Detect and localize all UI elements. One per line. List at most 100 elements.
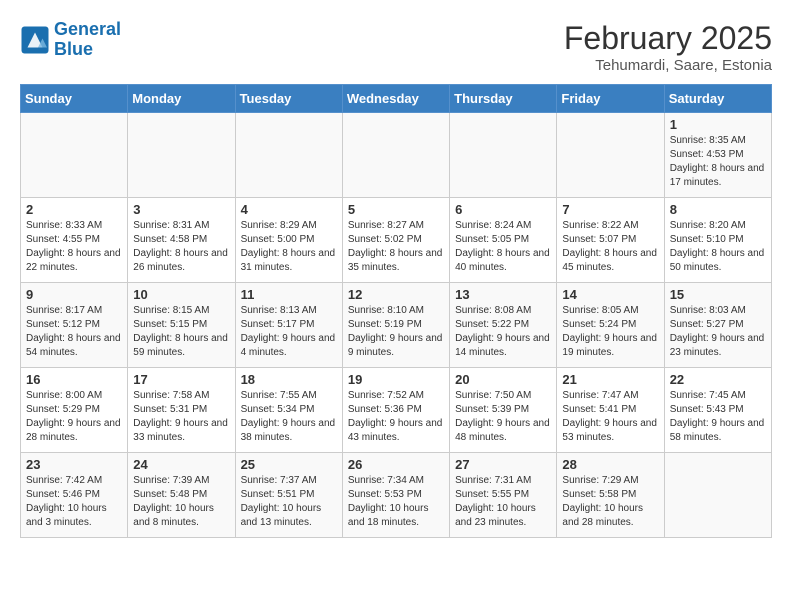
day-info: Sunrise: 8:03 AM Sunset: 5:27 PM Dayligh… xyxy=(670,304,766,360)
day-info: Sunrise: 7:58 AM Sunset: 5:31 PM Dayligh… xyxy=(133,389,229,445)
title-block: February 2025 Tehumardi, Saare, Estonia xyxy=(564,20,772,74)
calendar-cell: 16 Sunrise: 8:00 AM Sunset: 5:29 PM Dayli… xyxy=(21,368,128,453)
calendar-cell: 12 Sunrise: 8:10 AM Sunset: 5:19 PM Dayli… xyxy=(342,283,449,368)
day-info: Sunrise: 8:00 AM Sunset: 5:29 PM Dayligh… xyxy=(26,389,122,445)
day-info: Sunrise: 8:22 AM Sunset: 5:07 PM Dayligh… xyxy=(562,219,658,275)
day-info: Sunrise: 8:13 AM Sunset: 5:17 PM Dayligh… xyxy=(241,304,337,360)
logo: General Blue xyxy=(20,20,121,60)
calendar-week-0: 1 Sunrise: 8:35 AM Sunset: 4:53 PM Daylig… xyxy=(21,113,772,198)
calendar-cell: 22Sunrise: 7:45 AM Sunset: 5:43 PM Dayli… xyxy=(664,368,771,453)
day-number: 6 xyxy=(455,202,551,217)
day-info: Sunrise: 8:20 AM Sunset: 5:10 PM Dayligh… xyxy=(670,219,766,275)
header-sunday: Sunday xyxy=(21,85,128,113)
day-number: 4 xyxy=(241,202,337,217)
calendar-cell: 1 Sunrise: 8:35 AM Sunset: 4:53 PM Daylig… xyxy=(664,113,771,198)
header-thursday: Thursday xyxy=(450,85,557,113)
calendar-week-3: 16 Sunrise: 8:00 AM Sunset: 5:29 PM Dayli… xyxy=(21,368,772,453)
logo-icon xyxy=(20,25,50,55)
day-number: 9 xyxy=(26,287,122,302)
calendar-cell: 9 Sunrise: 8:17 AM Sunset: 5:12 PM Daylig… xyxy=(21,283,128,368)
calendar-cell: 11 Sunrise: 8:13 AM Sunset: 5:17 PM Dayli… xyxy=(235,283,342,368)
page-header: General Blue February 2025 Tehumardi, Sa… xyxy=(20,20,772,74)
day-info: Sunrise: 7:34 AM Sunset: 5:53 PM Dayligh… xyxy=(348,474,444,530)
header-monday: Monday xyxy=(128,85,235,113)
calendar-cell xyxy=(128,113,235,198)
calendar-cell: 3 Sunrise: 8:31 AM Sunset: 4:58 PM Daylig… xyxy=(128,198,235,283)
calendar-cell: 23 Sunrise: 7:42 AM Sunset: 5:46 PM Dayli… xyxy=(21,453,128,538)
day-number: 19 xyxy=(348,372,444,387)
day-info: Sunrise: 8:24 AM Sunset: 5:05 PM Dayligh… xyxy=(455,219,551,275)
calendar-cell: 17 Sunrise: 7:58 AM Sunset: 5:31 PM Dayli… xyxy=(128,368,235,453)
day-number: 5 xyxy=(348,202,444,217)
day-info: Sunrise: 8:33 AM Sunset: 4:55 PM Dayligh… xyxy=(26,219,122,275)
calendar-cell: 15 Sunrise: 8:03 AM Sunset: 5:27 PM Dayli… xyxy=(664,283,771,368)
day-number: 8 xyxy=(670,202,766,217)
day-number: 2 xyxy=(26,202,122,217)
day-info: Sunrise: 7:39 AM Sunset: 5:48 PM Dayligh… xyxy=(133,474,229,530)
calendar-cell: 26 Sunrise: 7:34 AM Sunset: 5:53 PM Dayli… xyxy=(342,453,449,538)
day-number: 16 xyxy=(26,372,122,387)
day-number: 1 xyxy=(670,117,766,132)
calendar-cell xyxy=(450,113,557,198)
calendar-cell: 25 Sunrise: 7:37 AM Sunset: 5:51 PM Dayli… xyxy=(235,453,342,538)
day-number: 25 xyxy=(241,457,337,472)
header-wednesday: Wednesday xyxy=(342,85,449,113)
day-info: Sunrise: 7:45 AM Sunset: 5:43 PM Dayligh… xyxy=(670,389,766,445)
day-number: 23 xyxy=(26,457,122,472)
calendar-cell: 10 Sunrise: 8:15 AM Sunset: 5:15 PM Dayli… xyxy=(128,283,235,368)
calendar-cell xyxy=(21,113,128,198)
day-info: Sunrise: 8:08 AM Sunset: 5:22 PM Dayligh… xyxy=(455,304,551,360)
day-info: Sunrise: 7:52 AM Sunset: 5:36 PM Dayligh… xyxy=(348,389,444,445)
header-friday: Friday xyxy=(557,85,664,113)
day-info: Sunrise: 8:27 AM Sunset: 5:02 PM Dayligh… xyxy=(348,219,444,275)
day-number: 15 xyxy=(670,287,766,302)
calendar-week-1: 2 Sunrise: 8:33 AM Sunset: 4:55 PM Daylig… xyxy=(21,198,772,283)
day-info: Sunrise: 8:10 AM Sunset: 5:19 PM Dayligh… xyxy=(348,304,444,360)
day-number: 10 xyxy=(133,287,229,302)
day-info: Sunrise: 8:15 AM Sunset: 5:15 PM Dayligh… xyxy=(133,304,229,360)
day-info: Sunrise: 8:31 AM Sunset: 4:58 PM Dayligh… xyxy=(133,219,229,275)
calendar-cell: 2 Sunrise: 8:33 AM Sunset: 4:55 PM Daylig… xyxy=(21,198,128,283)
header-tuesday: Tuesday xyxy=(235,85,342,113)
day-number: 24 xyxy=(133,457,229,472)
calendar-cell: 19 Sunrise: 7:52 AM Sunset: 5:36 PM Dayli… xyxy=(342,368,449,453)
day-number: 14 xyxy=(562,287,658,302)
day-number: 28 xyxy=(562,457,658,472)
calendar-table: SundayMondayTuesdayWednesdayThursdayFrid… xyxy=(20,84,772,538)
calendar-cell: 18 Sunrise: 7:55 AM Sunset: 5:34 PM Dayli… xyxy=(235,368,342,453)
calendar-cell: 4Sunrise: 8:29 AM Sunset: 5:00 PM Daylig… xyxy=(235,198,342,283)
header-saturday: Saturday xyxy=(664,85,771,113)
day-number: 17 xyxy=(133,372,229,387)
calendar-week-2: 9 Sunrise: 8:17 AM Sunset: 5:12 PM Daylig… xyxy=(21,283,772,368)
calendar-cell: 6 Sunrise: 8:24 AM Sunset: 5:05 PM Daylig… xyxy=(450,198,557,283)
logo-text: General Blue xyxy=(54,20,121,60)
calendar-cell: 14Sunrise: 8:05 AM Sunset: 5:24 PM Dayli… xyxy=(557,283,664,368)
day-info: Sunrise: 7:31 AM Sunset: 5:55 PM Dayligh… xyxy=(455,474,551,530)
day-info: Sunrise: 8:17 AM Sunset: 5:12 PM Dayligh… xyxy=(26,304,122,360)
day-info: Sunrise: 7:37 AM Sunset: 5:51 PM Dayligh… xyxy=(241,474,337,530)
day-number: 11 xyxy=(241,287,337,302)
day-number: 12 xyxy=(348,287,444,302)
calendar-cell xyxy=(235,113,342,198)
day-info: Sunrise: 7:55 AM Sunset: 5:34 PM Dayligh… xyxy=(241,389,337,445)
day-info: Sunrise: 7:42 AM Sunset: 5:46 PM Dayligh… xyxy=(26,474,122,530)
calendar-cell: 24 Sunrise: 7:39 AM Sunset: 5:48 PM Dayli… xyxy=(128,453,235,538)
calendar-subtitle: Tehumardi, Saare, Estonia xyxy=(564,57,772,74)
calendar-cell xyxy=(342,113,449,198)
day-info: Sunrise: 8:35 AM Sunset: 4:53 PM Dayligh… xyxy=(670,134,766,190)
calendar-cell: 27Sunrise: 7:31 AM Sunset: 5:55 PM Dayli… xyxy=(450,453,557,538)
calendar-cell: 5 Sunrise: 8:27 AM Sunset: 5:02 PM Daylig… xyxy=(342,198,449,283)
calendar-cell: 7 Sunrise: 8:22 AM Sunset: 5:07 PM Daylig… xyxy=(557,198,664,283)
calendar-week-4: 23 Sunrise: 7:42 AM Sunset: 5:46 PM Dayli… xyxy=(21,453,772,538)
day-info: Sunrise: 7:47 AM Sunset: 5:41 PM Dayligh… xyxy=(562,389,658,445)
day-number: 26 xyxy=(348,457,444,472)
day-number: 20 xyxy=(455,372,551,387)
calendar-cell: 20Sunrise: 7:50 AM Sunset: 5:39 PM Dayli… xyxy=(450,368,557,453)
calendar-cell: 21Sunrise: 7:47 AM Sunset: 5:41 PM Dayli… xyxy=(557,368,664,453)
day-number: 3 xyxy=(133,202,229,217)
day-number: 18 xyxy=(241,372,337,387)
calendar-header-row: SundayMondayTuesdayWednesdayThursdayFrid… xyxy=(21,85,772,113)
calendar-cell: 13Sunrise: 8:08 AM Sunset: 5:22 PM Dayli… xyxy=(450,283,557,368)
day-number: 7 xyxy=(562,202,658,217)
calendar-cell: 8 Sunrise: 8:20 AM Sunset: 5:10 PM Daylig… xyxy=(664,198,771,283)
